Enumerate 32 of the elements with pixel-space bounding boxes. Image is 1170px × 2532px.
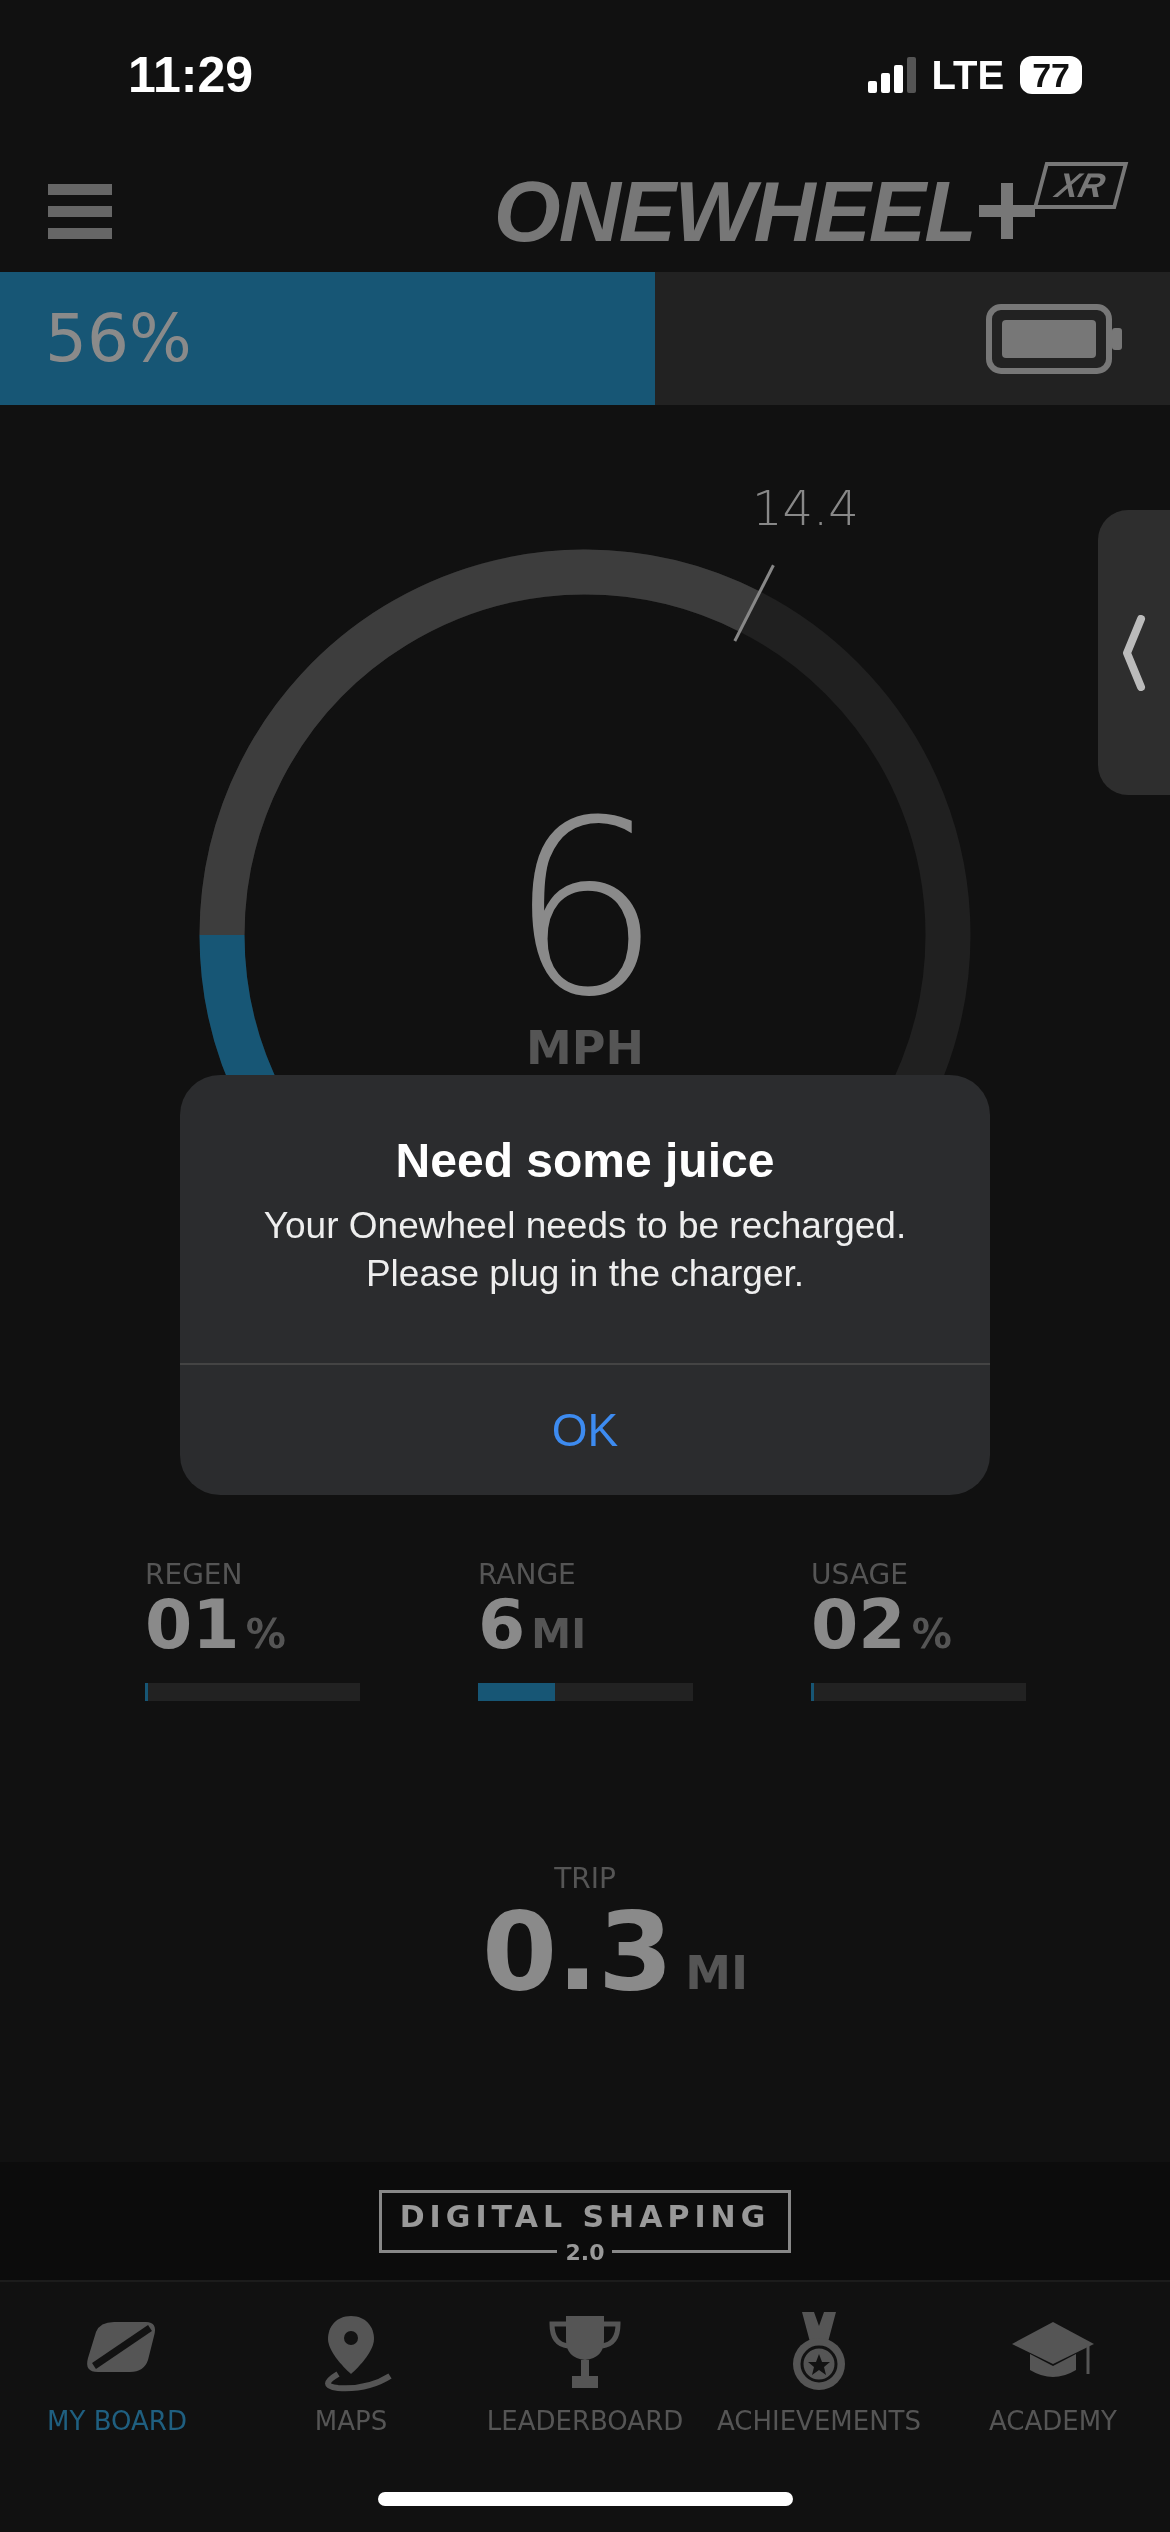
side-drawer-tab[interactable] [1098, 510, 1170, 795]
stat-label: USAGE [811, 1560, 909, 1591]
network-type: LTE [931, 52, 1005, 98]
logo-title: DIGITAL SHAPING [399, 2198, 771, 2234]
tab-button[interactable]: MY BOARD [0, 2312, 234, 2532]
stat-unit: % [245, 1610, 286, 1657]
battery-icon [986, 303, 1122, 374]
trip-value: 0.3 [481, 1895, 674, 2009]
ok-button[interactable]: OK [180, 1363, 990, 1495]
tab-button[interactable]: MAPS [234, 2312, 468, 2532]
status-time: 11:29 [128, 46, 254, 104]
tab-button[interactable]: LEADERBOARD [468, 2312, 702, 2532]
stat-label: RANGE [478, 1560, 577, 1591]
tab-button[interactable]: ACADEMY [936, 2312, 1170, 2532]
stat-value: 02 [811, 1590, 906, 1659]
chevron-left-icon [1121, 614, 1147, 691]
stat-unit: % [911, 1610, 952, 1657]
trip-label: TRIP [554, 1862, 616, 1895]
battery-percent: 56% [45, 300, 192, 377]
stat-unit: MI [531, 1610, 586, 1657]
alert-title: Need some juice [395, 1133, 775, 1188]
plus-icon [978, 183, 1035, 239]
brand-logo: ONEWHEEL [493, 168, 975, 254]
stat-value: 01 [145, 1590, 240, 1659]
stat-label: REGEN [145, 1560, 244, 1591]
alert-message: Your Onewheel needs to be recharged. Please plug in the charger. [262, 1204, 908, 1297]
trip-unit: MI [685, 1946, 749, 2000]
top-speed: 14.4 [752, 480, 859, 536]
stat-value: 6 [478, 1590, 526, 1659]
signal-icon [867, 57, 916, 93]
battery-level: 77 [1020, 56, 1082, 94]
menu-icon[interactable] [48, 183, 112, 239]
